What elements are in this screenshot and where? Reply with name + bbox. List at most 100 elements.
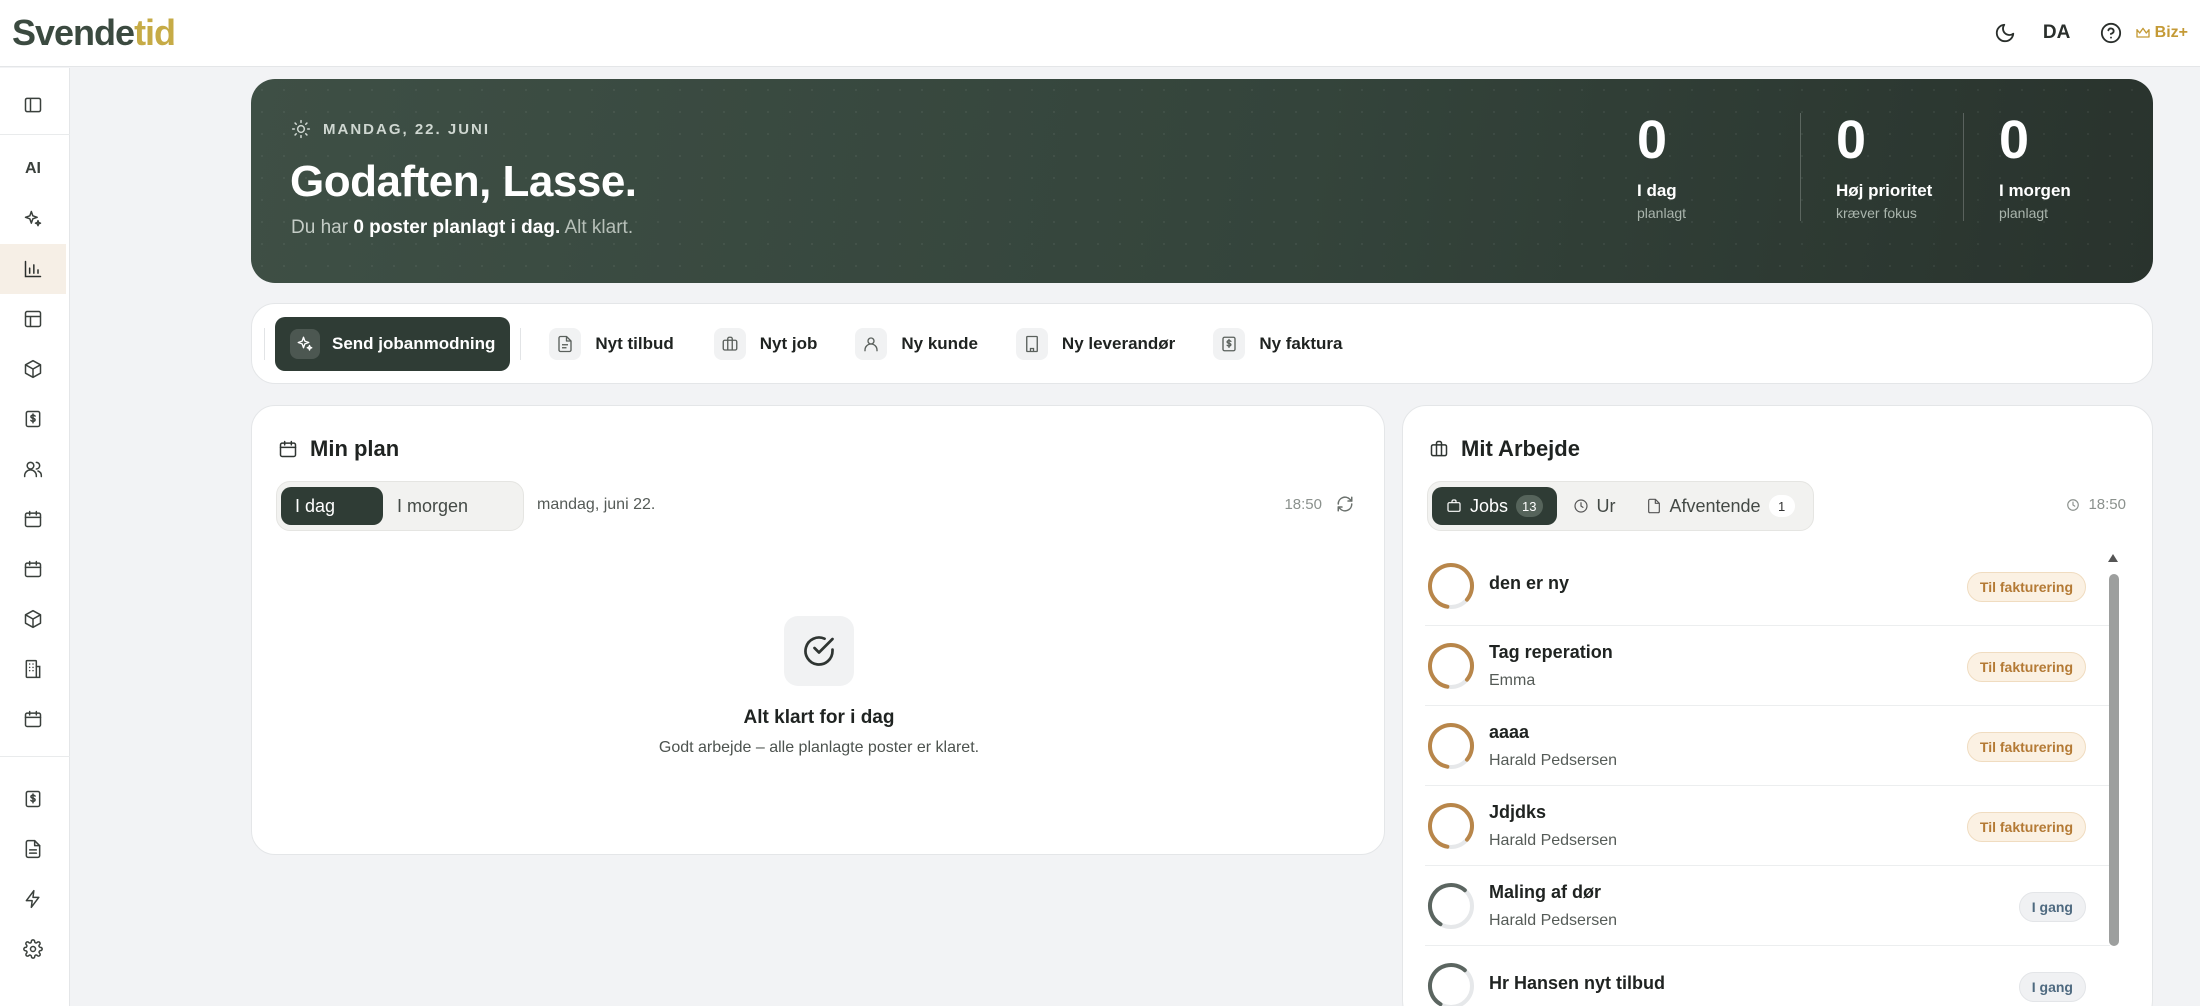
scroll-up-arrow[interactable] (2108, 554, 2118, 562)
tab-jobs[interactable]: Jobs 13 (1432, 487, 1557, 525)
chart-icon (24, 260, 42, 278)
check-circle-icon (804, 636, 834, 666)
briefcase-icon (722, 336, 738, 351)
sidebar-item-assistant[interactable] (0, 194, 66, 244)
sparkle-icon (297, 336, 313, 351)
job-customer: Harald Pedsersen (1489, 752, 1618, 769)
dark-mode-toggle[interactable] (1985, 22, 2025, 44)
clock-icon (2067, 498, 2080, 511)
hero-date: MANDAG, 22. JUNI (291, 119, 490, 139)
moon-icon (1995, 23, 2014, 43)
job-row[interactable]: aaaa Harald Pedsersen Til fakturering (1425, 706, 2110, 786)
stat-today: 0 I dag planlagt (1637, 110, 1687, 221)
sidebar-item-automations[interactable] (0, 874, 66, 924)
bolt-icon (25, 889, 40, 909)
new-customer-button[interactable]: Ny kunde (841, 327, 992, 360)
tab-today[interactable]: I dag (281, 487, 383, 525)
progress-ring (1428, 883, 1474, 929)
sidebar-item-inventory[interactable] (0, 594, 66, 644)
tab-pending[interactable]: Afventende 1 (1632, 487, 1809, 525)
sidebar-item-planning[interactable] (0, 694, 66, 744)
my-work-panel: Mit Arbejde Jobs 13 Ur Afventende 1 18:5… (1402, 405, 2153, 1006)
top-bar: Svendetid DA Biz+ (0, 0, 2200, 67)
job-row[interactable]: Jdjdks Harald Pedsersen Til fakturering (1425, 786, 2110, 866)
scrollbar-thumb[interactable] (2109, 574, 2119, 946)
sun-icon (291, 119, 311, 139)
job-title: aaaa (1489, 722, 1530, 742)
sidebar-item-documents[interactable] (0, 824, 66, 874)
job-title: Maling af dør (1489, 882, 1601, 902)
refresh-button[interactable] (1336, 495, 1354, 513)
job-title: Hr Hansen nyt tilbud (1489, 973, 1666, 993)
job-title: den er ny (1489, 573, 1570, 593)
stat-tomorrow: 0 I morgen planlagt (1963, 113, 2093, 221)
job-list: den er ny Til fakturering Tag reperation Em… (1425, 546, 2110, 1006)
status-badge: Til fakturering (1966, 812, 2086, 842)
building-icon (25, 659, 41, 679)
language-switcher[interactable]: DA (2037, 22, 2077, 44)
job-customer: Harald Pedsersen (1489, 832, 1618, 849)
calendar-icon (24, 710, 42, 728)
sidebar-toggle[interactable] (0, 80, 66, 130)
sidebar-item-ai[interactable]: AI (0, 144, 66, 194)
sidebar-item-schedule[interactable] (0, 544, 66, 594)
briefcase-icon (1430, 440, 1448, 457)
progress-ring (1428, 643, 1474, 689)
job-row[interactable]: Hr Hansen nyt tilbud I gang (1425, 946, 2110, 1006)
document-icon (25, 839, 41, 859)
new-quote-button[interactable]: Nyt tilbud (535, 327, 687, 360)
sidebar-item-suppliers[interactable] (0, 644, 66, 694)
refresh-icon (1337, 496, 1353, 512)
invoice-icon (25, 410, 41, 428)
job-row[interactable]: den er ny Til fakturering (1425, 546, 2110, 626)
sidebar-item-products[interactable] (0, 344, 66, 394)
send-job-request-button[interactable]: Send jobanmodning (275, 316, 511, 371)
logo[interactable]: Svendetid (12, 12, 176, 54)
invoice-icon (25, 790, 41, 808)
sidebar-item-dashboard[interactable] (0, 244, 66, 294)
sidebar-item-settings[interactable] (0, 924, 66, 974)
progress-ring (1428, 563, 1474, 609)
package-icon (24, 609, 42, 629)
tab-tomorrow[interactable]: I morgen (383, 487, 519, 525)
my-plan-panel: Min plan I dag I morgen mandag, juni 22.… (251, 405, 1385, 855)
calendar-icon (24, 560, 42, 578)
my-plan-title: Min plan (278, 436, 399, 462)
empty-state-title: Alt klart for i dag (743, 707, 895, 728)
users-icon (23, 461, 43, 478)
sidebar-item-billing[interactable] (0, 774, 66, 824)
help-button[interactable] (2091, 22, 2131, 44)
stat-high-priority: 0 Høj prioritet kræver fokus (1800, 113, 1963, 221)
sidebar-toggle-icon (24, 97, 42, 113)
user-icon (864, 336, 879, 351)
building-icon (1025, 335, 1038, 352)
plan-time: 18:50 (1284, 496, 1322, 513)
calendar-icon (24, 510, 42, 528)
status-badge: Til fakturering (1966, 732, 2086, 762)
sidebar-item-customers[interactable] (0, 444, 66, 494)
calendar-icon (279, 440, 297, 458)
work-tabs: Jobs 13 Ur Afventende 1 (1427, 481, 1814, 531)
layout-icon (24, 310, 42, 328)
status-badge: Til fakturering (1966, 652, 2086, 682)
sidebar-item-overview[interactable] (0, 294, 66, 344)
sidebar-item-invoices[interactable] (0, 394, 66, 444)
new-supplier-button[interactable]: Ny leverandør (1002, 327, 1189, 360)
job-row[interactable]: Tag reperation Emma Til fakturering (1425, 626, 2110, 706)
work-time: 18:50 (2066, 496, 2126, 513)
progress-ring (1428, 963, 1474, 1006)
job-row[interactable]: Maling af dør Harald Pedsersen I gang (1425, 866, 2110, 946)
plan-badge[interactable]: Biz+ (2135, 24, 2188, 42)
plan-day-switch: I dag I morgen (276, 481, 524, 531)
sidebar-item-calendar[interactable] (0, 494, 66, 544)
progress-ring (1428, 803, 1474, 849)
new-invoice-button[interactable]: Ny faktura (1199, 327, 1356, 360)
plan-date: mandag, juni 22. (537, 496, 656, 513)
tab-clock[interactable]: Ur (1559, 487, 1630, 525)
welcome-hero: MANDAG, 22. JUNI Godaften, Lasse. Du har… (251, 79, 2153, 283)
help-icon (2100, 22, 2121, 44)
hero-summary: Du har 0 poster planlagt i dag. Alt klar… (291, 217, 634, 238)
briefcase-icon (1447, 499, 1461, 512)
new-job-button[interactable]: Nyt job (700, 327, 832, 360)
sidebar: AI (0, 68, 70, 1006)
